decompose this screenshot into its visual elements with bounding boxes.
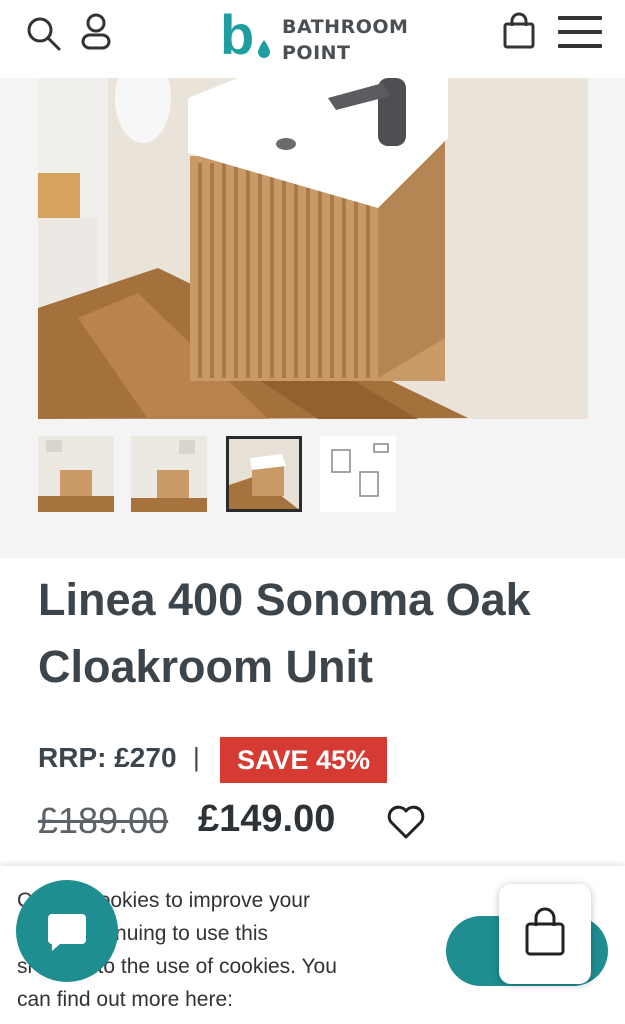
floating-cart-button[interactable] (499, 884, 591, 984)
brand-name-line2: POINT (282, 42, 351, 64)
svg-text:b: b (220, 6, 254, 64)
site-header: b BATHROOM POINT (0, 0, 625, 79)
menu-icon[interactable] (558, 15, 602, 49)
logo-mark: b (220, 6, 270, 64)
cart-icon[interactable] (502, 12, 536, 50)
thumbnail-2[interactable] (131, 436, 207, 512)
chat-button[interactable] (16, 880, 118, 982)
old-price: £189.00 (38, 800, 169, 841)
thumbnail-1[interactable] (38, 436, 114, 512)
brand-logo[interactable]: b BATHROOM POINT (220, 6, 410, 64)
current-price: £149.00 (198, 798, 336, 840)
chat-icon (48, 914, 86, 951)
account-icon[interactable] (78, 11, 114, 51)
thumbnail-3[interactable] (226, 436, 302, 512)
product-main-image[interactable] (38, 78, 588, 419)
search-icon[interactable] (24, 14, 64, 54)
thumbnail-4[interactable] (320, 436, 396, 512)
price-separator: | (193, 742, 200, 772)
wishlist-heart-icon[interactable] (386, 804, 426, 840)
save-badge: SAVE 45% (220, 737, 388, 783)
rrp-price: RRP: £270 (38, 742, 177, 773)
product-gallery (0, 78, 625, 558)
cart-icon (525, 907, 565, 956)
brand-name-line1: BATHROOM (282, 16, 409, 38)
brand-name: BATHROOM POINT (282, 14, 408, 66)
product-title: Linea 400 Sonoma Oak Cloakroom Unit (38, 574, 531, 692)
